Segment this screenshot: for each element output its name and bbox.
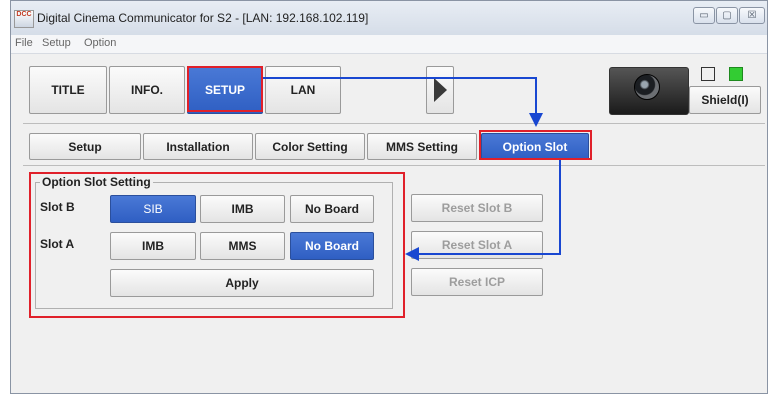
annotation-arrows [263,77,561,261]
app-window: DCC Digital Cinema Communicator for S2 -… [10,0,768,394]
arrow-head-left-icon [405,247,419,261]
arrow-head-down-icon [529,113,543,127]
